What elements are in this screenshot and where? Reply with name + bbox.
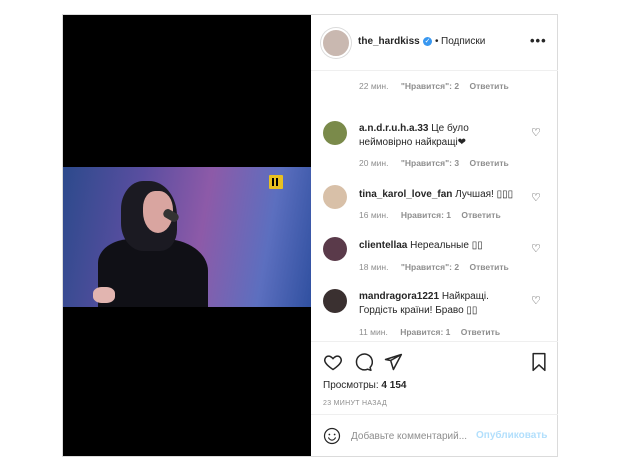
comment-likes[interactable]: "Нравится": 2 xyxy=(401,81,459,91)
commenter-avatar[interactable] xyxy=(323,289,347,313)
post-timestamp[interactable]: 23 МИНУТ НАЗАД xyxy=(323,400,387,407)
comments-list[interactable]: 22 мин. "Нравится": 2 Ответить a.n.d.r.u… xyxy=(311,71,558,341)
like-comment-heart-icon[interactable]: ♡ xyxy=(531,243,543,255)
comment-text: Нереальные ▯▯ xyxy=(410,240,483,251)
comment-input[interactable] xyxy=(351,427,476,445)
verified-badge-icon: ✓ xyxy=(423,37,432,46)
post-card: the_hardkiss ✓ • Подписки ••• 22 мин. "Н… xyxy=(62,14,558,457)
like-comment-heart-icon[interactable]: ♡ xyxy=(531,192,543,204)
commenter-username[interactable]: clientellaa xyxy=(359,240,407,251)
like-comment-heart-icon[interactable]: ♡ xyxy=(531,295,543,307)
reply-button[interactable]: Ответить xyxy=(469,158,508,168)
comment-meta: 22 мин. "Нравится": 2 Ответить xyxy=(359,81,509,91)
reply-button[interactable]: Ответить xyxy=(461,210,500,220)
reply-button[interactable]: Ответить xyxy=(461,327,500,337)
more-options-icon[interactable]: ••• xyxy=(530,33,547,48)
commenter-avatar[interactable] xyxy=(323,185,347,209)
share-send-icon[interactable] xyxy=(383,352,403,372)
comment-time: 18 мин. xyxy=(359,262,389,272)
comment-composer: Опубликовать xyxy=(311,414,558,457)
comment-body: a.n.d.r.u.h.a.33 Це було неймовірно найк… xyxy=(359,122,509,150)
video-frame[interactable] xyxy=(63,167,311,307)
emoji-smile-icon[interactable] xyxy=(323,427,341,445)
commenter-avatar[interactable] xyxy=(323,121,347,145)
channel-logo-icon xyxy=(269,175,283,189)
comment-meta: 11 мин. Нравится: 1 Ответить xyxy=(359,327,500,337)
comment-bubble-icon[interactable] xyxy=(353,352,373,372)
author-username[interactable]: the_hardkiss xyxy=(358,36,420,47)
comment-body: mandragora1221 Найкращі. Гордість країни… xyxy=(359,290,504,318)
like-heart-icon[interactable] xyxy=(323,352,343,372)
post-header: the_hardkiss ✓ • Подписки ••• xyxy=(311,15,558,71)
separator-dot: • xyxy=(435,36,439,47)
comment-meta: 16 мин. Нравится: 1 Ответить xyxy=(359,210,501,220)
commenter-username[interactable]: mandragora1221 xyxy=(359,291,439,302)
comment-likes[interactable]: "Нравится": 2 xyxy=(401,262,459,272)
performer-hand xyxy=(93,287,115,303)
views-counter: Просмотры: 4 154 xyxy=(323,380,406,391)
views-label: Просмотры: xyxy=(323,380,379,391)
comment-time: 20 мин. xyxy=(359,158,389,168)
commenter-username[interactable]: a.n.d.r.u.h.a.33 xyxy=(359,123,428,134)
video-player[interactable] xyxy=(63,15,311,456)
like-comment-heart-icon[interactable]: ♡ xyxy=(531,127,543,139)
comment-body: tina_karol_love_fan Лучшая! ▯▯▯ xyxy=(359,188,529,202)
comment-likes[interactable]: Нравится: 1 xyxy=(400,327,450,337)
comment-likes[interactable]: Нравится: 1 xyxy=(401,210,451,220)
publish-button[interactable]: Опубликовать xyxy=(476,430,547,441)
comment-text: Лучшая! ▯▯▯ xyxy=(455,189,514,200)
post-sidebar: the_hardkiss ✓ • Подписки ••• 22 мин. "Н… xyxy=(311,15,558,456)
comment-time: 16 мин. xyxy=(359,210,389,220)
following-button[interactable]: Подписки xyxy=(441,36,485,47)
comment-likes[interactable]: "Нравится": 3 xyxy=(401,158,459,168)
author-avatar[interactable] xyxy=(321,28,351,58)
comment-meta: 18 мин. "Нравится": 2 Ответить xyxy=(359,262,509,272)
views-count: 4 154 xyxy=(381,380,407,391)
comment-time: 11 мин. xyxy=(359,327,388,337)
commenter-username[interactable]: tina_karol_love_fan xyxy=(359,189,452,200)
save-bookmark-icon[interactable] xyxy=(529,352,549,372)
comment-time: 22 мин. xyxy=(359,81,389,91)
comment-body: clientellaa Нереальные ▯▯ xyxy=(359,239,509,253)
comment-meta: 20 мин. "Нравится": 3 Ответить xyxy=(359,158,509,168)
commenter-avatar[interactable] xyxy=(323,237,347,261)
reply-button[interactable]: Ответить xyxy=(469,262,508,272)
reply-button[interactable]: Ответить xyxy=(469,81,508,91)
